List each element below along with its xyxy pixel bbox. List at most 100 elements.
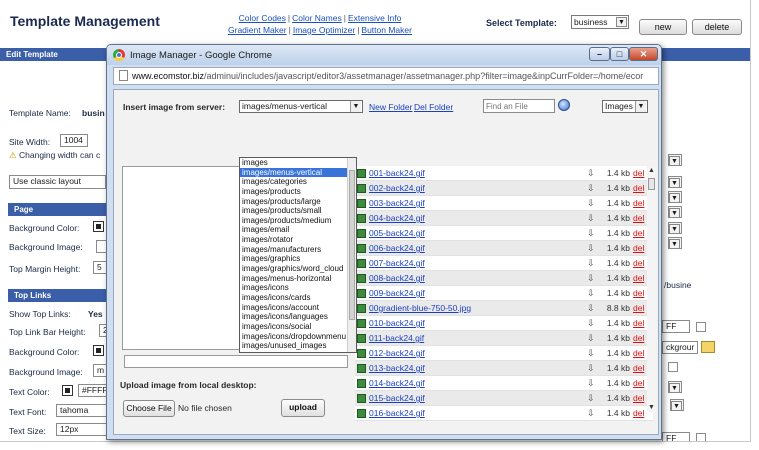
file-name[interactable]: 009-back24.gif	[369, 286, 425, 300]
template-select[interactable]: business ▼	[571, 15, 629, 29]
file-name[interactable]: 00gradient-blue-750-50.jpg	[369, 301, 471, 315]
download-icon[interactable]: ⇩	[587, 211, 595, 225]
file-row[interactable]: 012-back24.gif ⇩ 1.4 kb del	[355, 346, 653, 361]
new-folder-link[interactable]: New Folder	[369, 102, 412, 112]
folder-option[interactable]: images/menus-vertical	[240, 167, 356, 178]
del-folder-link[interactable]: Del Folder	[414, 102, 453, 112]
delete-file-link[interactable]: del	[633, 391, 644, 405]
file-row[interactable]: 015-back24.gif ⇩ 1.4 kb del	[355, 391, 653, 406]
file-name[interactable]: 016-back24.gif	[369, 406, 425, 420]
file-name[interactable]: 013-back24.gif	[369, 361, 425, 375]
folder-option[interactable]: images/icons/cards	[240, 293, 356, 303]
minimize-button[interactable]: –	[589, 47, 610, 61]
download-icon[interactable]: ⇩	[587, 361, 595, 375]
folder-option[interactable]: images/products/small	[240, 206, 356, 216]
file-name[interactable]: 011-back24.gif	[369, 331, 424, 345]
new-button[interactable]: new	[639, 19, 687, 35]
link-image-optimizer[interactable]: Image Optimizer	[293, 25, 355, 35]
download-icon[interactable]: ⇩	[587, 256, 595, 270]
download-icon[interactable]: ⇩	[587, 181, 595, 195]
file-name[interactable]: 006-back24.gif	[369, 241, 425, 255]
delete-file-link[interactable]: del	[633, 241, 644, 255]
file-name[interactable]: 015-back24.gif	[369, 391, 425, 405]
scroll-thumb[interactable]	[648, 178, 655, 190]
right-input-ff-2[interactable]: FF	[662, 432, 690, 441]
delete-file-link[interactable]: del	[633, 211, 644, 225]
close-button[interactable]: ✕	[629, 47, 658, 61]
download-icon[interactable]: ⇩	[587, 346, 595, 360]
right-input-background[interactable]: ckgrour	[662, 341, 698, 354]
folder-option[interactable]: images/graphics/word_cloud	[240, 264, 356, 274]
folder-icon[interactable]	[701, 341, 715, 353]
folder-option[interactable]: images/icons/account	[240, 303, 356, 313]
file-name[interactable]: 014-back24.gif	[369, 376, 425, 390]
color-picker-icon[interactable]	[62, 385, 73, 396]
folder-option[interactable]: images/email	[240, 225, 356, 235]
file-name[interactable]: 008-back24.gif	[369, 271, 425, 285]
right-checkbox-1[interactable]	[696, 322, 706, 332]
right-select-4[interactable]: ▼	[668, 206, 682, 218]
right-select-8[interactable]: ▼	[670, 399, 684, 411]
address-bar[interactable]: www.ecomstor.biz/adminui/includes/javasc…	[113, 67, 659, 85]
link-color-names[interactable]: Color Names	[292, 13, 342, 23]
file-row[interactable]: 006-back24.gif ⇩ 1.4 kb del	[355, 241, 653, 256]
layout-select[interactable]: Use classic layout	[9, 175, 106, 189]
file-row[interactable]: 008-back24.gif ⇩ 1.4 kb del	[355, 271, 653, 286]
find-file-input[interactable]	[483, 99, 555, 113]
download-icon[interactable]: ⇩	[587, 271, 595, 285]
folder-option[interactable]: images/rotator	[240, 235, 356, 245]
file-name[interactable]: 007-back24.gif	[369, 256, 425, 270]
download-icon[interactable]: ⇩	[587, 316, 595, 330]
download-icon[interactable]: ⇩	[587, 301, 595, 315]
folder-option[interactable]: images/icons	[240, 283, 356, 293]
folder-dropdown-list[interactable]: images images/menus-vertical images/catego…	[239, 157, 357, 353]
download-icon[interactable]: ⇩	[587, 241, 595, 255]
file-name[interactable]: 004-back24.gif	[369, 211, 425, 225]
delete-file-link[interactable]: del	[633, 226, 644, 240]
right-select-5[interactable]: ▼	[668, 222, 682, 234]
download-icon[interactable]: ⇩	[587, 196, 595, 210]
file-row[interactable]: 010-back24.gif ⇩ 1.4 kb del	[355, 316, 653, 331]
link-extensive-info[interactable]: Extensive Info	[348, 13, 401, 23]
download-icon[interactable]: ⇩	[587, 226, 595, 240]
delete-file-link[interactable]: del	[633, 271, 644, 285]
delete-file-link[interactable]: del	[633, 286, 644, 300]
scroll-up-icon[interactable]: ▲	[647, 166, 656, 175]
folder-select[interactable]: images/menus-vertical ▼	[239, 100, 363, 113]
color-picker-icon[interactable]	[93, 345, 104, 356]
folder-option[interactable]: images/graphics	[240, 254, 356, 264]
selected-path-field[interactable]	[124, 355, 348, 368]
link-gradient-maker[interactable]: Gradient Maker	[228, 25, 287, 35]
folder-option[interactable]: images/products	[240, 187, 356, 197]
file-row[interactable]: 007-back24.gif ⇩ 1.4 kb del	[355, 256, 653, 271]
folder-option[interactable]: images/unused_images	[240, 341, 356, 351]
delete-file-link[interactable]: del	[633, 181, 644, 195]
folder-option[interactable]: images/icons/dropdownmenu	[240, 332, 356, 342]
file-row[interactable]: 002-back24.gif ⇩ 1.4 kb del	[355, 181, 653, 196]
file-row[interactable]: 003-back24.gif ⇩ 1.4 kb del	[355, 196, 653, 211]
download-icon[interactable]: ⇩	[587, 166, 595, 180]
delete-file-link[interactable]: del	[633, 376, 644, 390]
dropdown-scrollbar[interactable]	[347, 158, 356, 352]
maximize-button[interactable]: □	[610, 47, 629, 61]
file-name[interactable]: 001-back24.gif	[369, 166, 425, 180]
delete-file-link[interactable]: del	[633, 316, 644, 330]
text-size-input[interactable]: 12px	[56, 423, 108, 436]
window-titlebar[interactable]: Image Manager - Google Chrome – □ ✕	[107, 45, 661, 65]
download-icon[interactable]: ⇩	[587, 286, 595, 300]
file-row[interactable]: 014-back24.gif ⇩ 1.4 kb del	[355, 376, 653, 391]
upload-button[interactable]: upload	[281, 399, 325, 417]
download-icon[interactable]: ⇩	[587, 376, 595, 390]
folder-option[interactable]: images/icons/social	[240, 322, 356, 332]
right-checkbox-3[interactable]	[696, 433, 706, 441]
right-input-ff-1[interactable]: FF	[662, 320, 690, 333]
link-color-codes[interactable]: Color Codes	[239, 13, 286, 23]
right-select-3[interactable]: ▼	[668, 191, 682, 203]
file-row[interactable]: 00gradient-blue-750-50.jpg ⇩ 8.8 kb del	[355, 301, 653, 316]
right-select-6[interactable]: ▼	[668, 237, 682, 249]
download-icon[interactable]: ⇩	[587, 331, 595, 345]
file-row[interactable]: 005-back24.gif ⇩ 1.4 kb del	[355, 226, 653, 241]
filter-select[interactable]: Images ▼	[602, 100, 648, 113]
color-picker-icon[interactable]	[93, 221, 104, 232]
delete-file-link[interactable]: del	[633, 406, 644, 420]
